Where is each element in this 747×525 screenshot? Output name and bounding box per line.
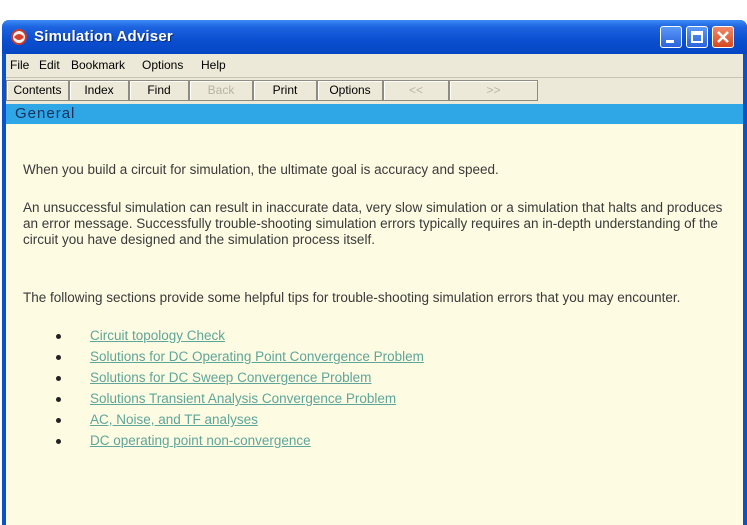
section-header: General: [6, 104, 743, 124]
bullet-icon: [56, 397, 61, 402]
bullet-icon: [56, 439, 61, 444]
bullet-icon: [56, 334, 61, 339]
browse-previous-button[interactable]: <<: [383, 80, 449, 101]
link-dc-operating-point-convergence[interactable]: Solutions for DC Operating Point Converg…: [90, 349, 424, 365]
contents-button[interactable]: Contents: [6, 80, 69, 101]
link-transient-analysis-convergence[interactable]: Solutions Transient Analysis Convergence…: [90, 391, 396, 407]
unsuccessful-simulation-paragraph: An unsuccessful simulation can result in…: [23, 200, 723, 247]
title-bar[interactable]: Simulation Adviser: [2, 20, 747, 54]
maximize-button[interactable]: [686, 26, 708, 48]
menu-bar: File Edit Bookmark Options Help: [6, 54, 743, 76]
link-circuit-topology-check[interactable]: Circuit topology Check: [90, 328, 225, 344]
link-dc-operating-point-non-convergence[interactable]: DC operating point non-convergence: [90, 433, 311, 449]
link-dc-sweep-convergence[interactable]: Solutions for DC Sweep Convergence Probl…: [90, 370, 371, 386]
app-icon: [11, 29, 27, 45]
print-button[interactable]: Print: [253, 80, 317, 101]
link-ac-noise-tf-analyses[interactable]: AC, Noise, and TF analyses: [90, 412, 258, 428]
menu-bookmark[interactable]: Bookmark: [71, 58, 125, 72]
intro-paragraph: When you build a circuit for simulation,…: [23, 162, 499, 177]
index-button[interactable]: Index: [69, 80, 129, 101]
window-title: Simulation Adviser: [34, 28, 173, 45]
bullet-icon: [56, 355, 61, 360]
browse-next-button[interactable]: >>: [449, 80, 538, 101]
bullet-icon: [56, 376, 61, 381]
minimize-button[interactable]: [660, 26, 682, 48]
menu-options[interactable]: Options: [142, 58, 183, 72]
section-title: General: [15, 105, 76, 122]
back-button[interactable]: Back: [189, 80, 253, 101]
find-button[interactable]: Find: [129, 80, 189, 101]
client-area: File Edit Bookmark Options Help Contents…: [6, 54, 743, 525]
close-icon: [717, 31, 729, 43]
maximize-icon: [691, 31, 703, 43]
menu-help[interactable]: Help: [201, 58, 226, 72]
help-window: Simulation Adviser File Edit Bookmark Op…: [2, 20, 747, 525]
following-sections-paragraph: The following sections provide some help…: [23, 290, 681, 305]
close-button[interactable]: [712, 26, 734, 48]
menu-file[interactable]: File: [10, 58, 29, 72]
minimize-icon: [666, 40, 674, 43]
options-button[interactable]: Options: [317, 80, 383, 101]
menu-edit[interactable]: Edit: [39, 58, 60, 72]
toolbar: Contents Index Find Back Print Options <…: [6, 77, 743, 104]
bullet-icon: [56, 418, 61, 423]
help-content: When you build a circuit for simulation,…: [6, 124, 743, 525]
